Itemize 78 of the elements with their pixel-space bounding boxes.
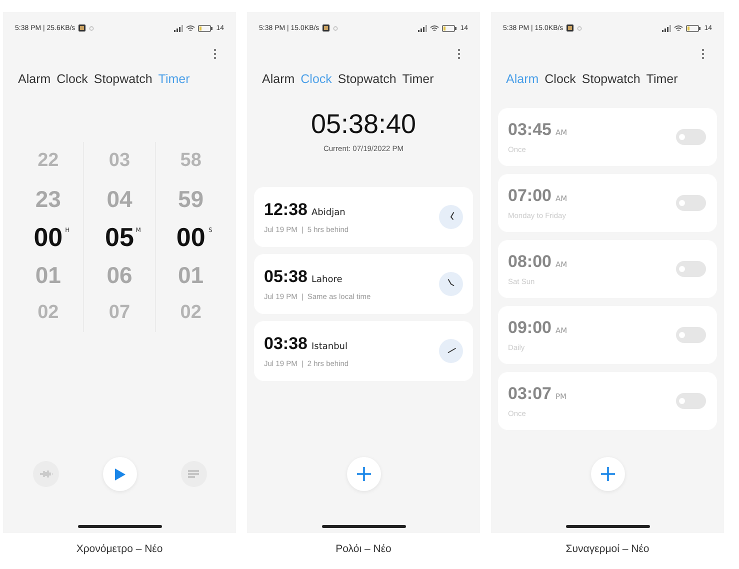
caption: Συναγερμοί – Νέο	[566, 543, 650, 555]
clock-icon	[439, 339, 463, 363]
menu-icon[interactable]	[457, 48, 461, 60]
caption: Χρονόμετρο – Νέο	[76, 543, 163, 555]
menu-icon[interactable]	[213, 48, 217, 60]
clock-icon	[439, 205, 463, 229]
battery-icon	[686, 24, 702, 32]
wifi-icon	[674, 24, 684, 32]
plus-icon	[600, 467, 614, 481]
menu-icon[interactable]	[701, 48, 705, 60]
battery-icon	[442, 24, 458, 32]
start-button[interactable]	[102, 457, 136, 491]
wheel-number[interactable]: 22	[38, 150, 59, 172]
signal-icon	[418, 24, 428, 32]
wheel-number[interactable]: 02	[180, 302, 202, 324]
tab[interactable]: Alarm	[506, 72, 539, 86]
waveform-icon	[38, 470, 52, 478]
dot-icon	[333, 26, 338, 30]
add-button[interactable]	[346, 457, 380, 491]
dot-icon	[577, 26, 582, 30]
wheel-number[interactable]: 59	[178, 186, 204, 212]
tab[interactable]: Timer	[402, 72, 434, 86]
wheel-number[interactable]: 58	[180, 150, 202, 172]
notification-icon	[566, 24, 574, 32]
wheel-number[interactable]: 01	[35, 262, 61, 288]
tab[interactable]: Clock	[544, 72, 576, 86]
sound-button[interactable]	[32, 461, 58, 487]
tab[interactable]: Clock	[300, 72, 332, 86]
wheel-number[interactable]: 02	[38, 302, 59, 324]
wheel-number[interactable]: 23	[35, 186, 61, 212]
alarm-time: 03:45	[508, 120, 552, 140]
add-button[interactable]	[590, 457, 624, 491]
alarm-time: 08:00	[508, 252, 552, 272]
play-icon	[114, 468, 126, 480]
clock-icon	[439, 272, 463, 296]
plus-icon	[356, 467, 370, 481]
wheel-number[interactable]: 07	[108, 302, 130, 324]
alarm-time: 07:00	[508, 186, 552, 206]
city-name: Lahore	[311, 275, 342, 285]
tab[interactable]: Alarm	[18, 72, 51, 86]
alarm-toggle[interactable]	[676, 327, 706, 343]
city-time: 03:38	[264, 334, 308, 354]
notification-icon	[322, 24, 330, 32]
tab[interactable]: Stopwatch	[582, 72, 640, 86]
notification-icon	[78, 24, 86, 32]
signal-icon	[662, 24, 672, 32]
tab[interactable]: Timer	[158, 72, 190, 86]
current-time: 05:38:40	[310, 109, 418, 140]
list-icon	[188, 470, 199, 478]
city-time: 12:38	[264, 200, 308, 220]
caption: Ρολόι – Νέο	[336, 543, 392, 555]
alarm-toggle[interactable]	[676, 129, 706, 145]
city-name: Abidjan	[311, 208, 346, 218]
alarm-toggle[interactable]	[676, 195, 706, 211]
tab[interactable]: Clock	[56, 72, 88, 86]
alarm-time: 03:07	[508, 384, 552, 404]
wifi-icon	[186, 24, 196, 32]
signal-icon	[174, 24, 184, 32]
wheel-number[interactable]: 06	[106, 262, 132, 288]
tab[interactable]: Stopwatch	[94, 72, 152, 86]
wifi-icon	[430, 24, 440, 32]
tab[interactable]: Timer	[646, 72, 678, 86]
tab[interactable]: Stopwatch	[338, 72, 396, 86]
wheel-number[interactable]: 05	[105, 222, 134, 252]
alarm-toggle[interactable]	[676, 261, 706, 277]
tab[interactable]: Alarm	[262, 72, 295, 86]
city-name: Istanbul	[311, 342, 348, 352]
alarm-time: 09:00	[508, 318, 552, 338]
wheel-number[interactable]: 00	[176, 222, 206, 252]
wheel-number[interactable]: 00	[34, 222, 63, 252]
alarm-toggle[interactable]	[676, 393, 706, 409]
list-button[interactable]	[180, 461, 206, 487]
wheel-number[interactable]: 04	[106, 186, 132, 212]
battery-icon	[198, 24, 214, 32]
wheel-number[interactable]: 03	[108, 150, 130, 172]
dot-icon	[89, 26, 94, 30]
city-time: 05:38	[264, 267, 308, 287]
wheel-number[interactable]: 01	[178, 262, 204, 288]
